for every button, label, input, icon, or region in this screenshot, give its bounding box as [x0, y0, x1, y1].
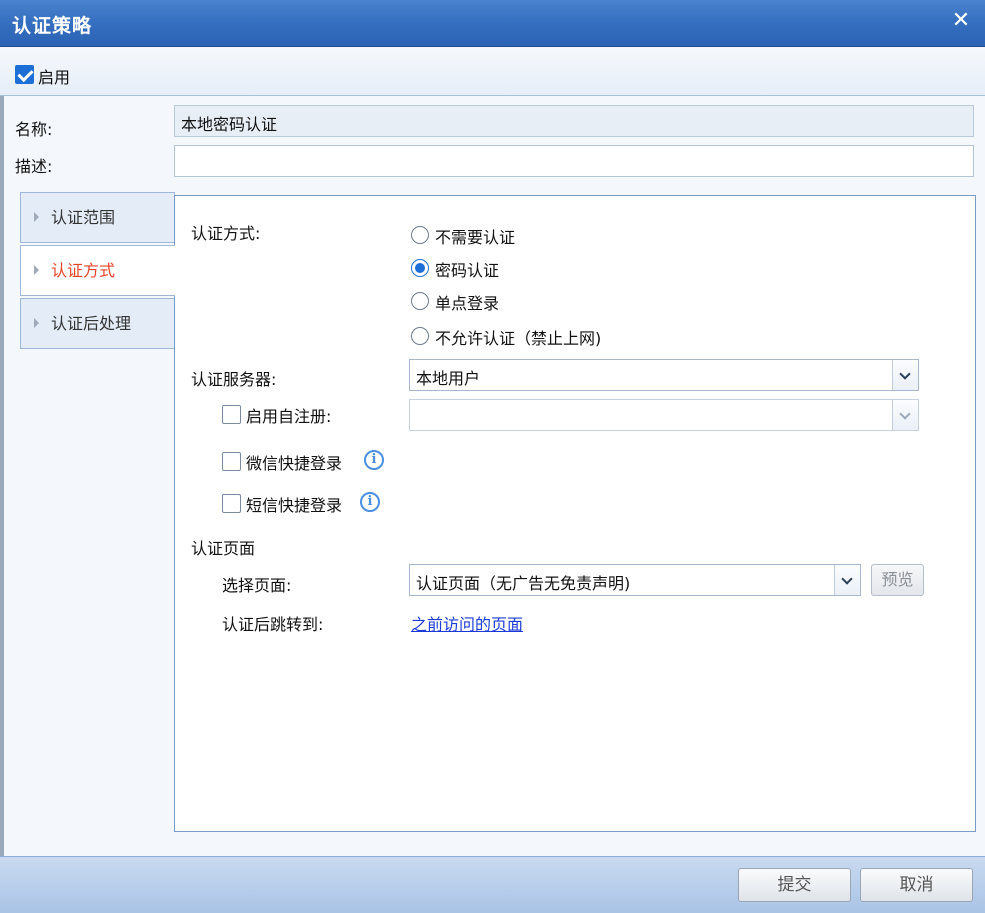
description-field[interactable]	[174, 145, 974, 177]
submit-button[interactable]: 提交	[738, 868, 851, 902]
chevron-down-icon[interactable]	[892, 360, 918, 390]
cancel-button[interactable]: 取消	[860, 868, 973, 902]
name-label: 名称:	[15, 120, 53, 139]
close-icon[interactable]: ✕	[949, 8, 973, 34]
nav-item-label: 认证范围	[51, 208, 116, 227]
description-label: 描述:	[15, 157, 53, 176]
auth-method-label: 认证方式:	[191, 224, 261, 243]
radio-deny-auth[interactable]	[411, 327, 429, 345]
info-icon[interactable]: i	[360, 492, 380, 512]
radio-no-auth[interactable]	[411, 226, 429, 244]
dialog-titlebar: 认证策略 ✕	[0, 0, 985, 47]
chevron-down-icon[interactable]	[834, 565, 860, 595]
nav-item-auth-method[interactable]: 认证方式	[20, 245, 175, 296]
self-register-label: 启用自注册:	[246, 407, 332, 426]
self-register-select[interactable]	[409, 399, 919, 431]
wechat-login-checkbox[interactable]	[222, 452, 241, 471]
nav-item-label: 认证后处理	[51, 314, 132, 333]
enable-checkbox[interactable]	[15, 65, 34, 84]
wechat-login-label: 微信快捷登录	[246, 454, 343, 473]
radio-password-auth-label: 密码认证	[435, 261, 500, 280]
auth-server-select[interactable]: 本地用户	[409, 359, 919, 391]
radio-password-auth[interactable]	[411, 259, 429, 277]
auth-page-select[interactable]: 认证页面（无广告无免责声明)	[409, 564, 861, 596]
select-page-label: 选择页面:	[222, 576, 292, 595]
nav-item-post-auth[interactable]: 认证后处理	[20, 298, 175, 349]
radio-sso[interactable]	[411, 292, 429, 310]
auth-server-value: 本地用户	[416, 369, 481, 388]
redirect-link[interactable]: 之前访问的页面	[411, 611, 523, 635]
chevron-right-icon	[34, 318, 39, 328]
redirect-label: 认证后跳转到:	[222, 615, 324, 634]
radio-no-auth-label: 不需要认证	[435, 228, 516, 247]
name-field[interactable]: 本地密码认证	[174, 105, 974, 137]
sms-login-checkbox[interactable]	[222, 494, 241, 513]
self-register-checkbox[interactable]	[222, 405, 241, 424]
enable-label: 启用	[38, 68, 71, 87]
dialog-left-edge	[0, 96, 4, 856]
radio-sso-label: 单点登录	[435, 294, 500, 313]
auth-server-label: 认证服务器:	[191, 370, 277, 389]
nav-item-label: 认证方式	[51, 261, 116, 280]
chevron-down-icon[interactable]	[892, 400, 918, 430]
chevron-right-icon	[34, 212, 39, 222]
sms-login-label: 短信快捷登录	[246, 496, 343, 515]
auth-page-value: 认证页面（无广告无免责声明)	[416, 574, 631, 593]
info-icon[interactable]: i	[364, 450, 384, 470]
dialog-title: 认证策略	[12, 15, 93, 37]
chevron-right-icon	[34, 265, 39, 275]
radio-deny-auth-label: 不允许认证（禁止上网)	[435, 329, 602, 348]
enable-row	[0, 48, 985, 96]
nav-item-auth-scope[interactable]: 认证范围	[20, 192, 175, 243]
preview-button[interactable]: 预览	[871, 564, 924, 596]
auth-page-section-label: 认证页面	[191, 539, 256, 558]
